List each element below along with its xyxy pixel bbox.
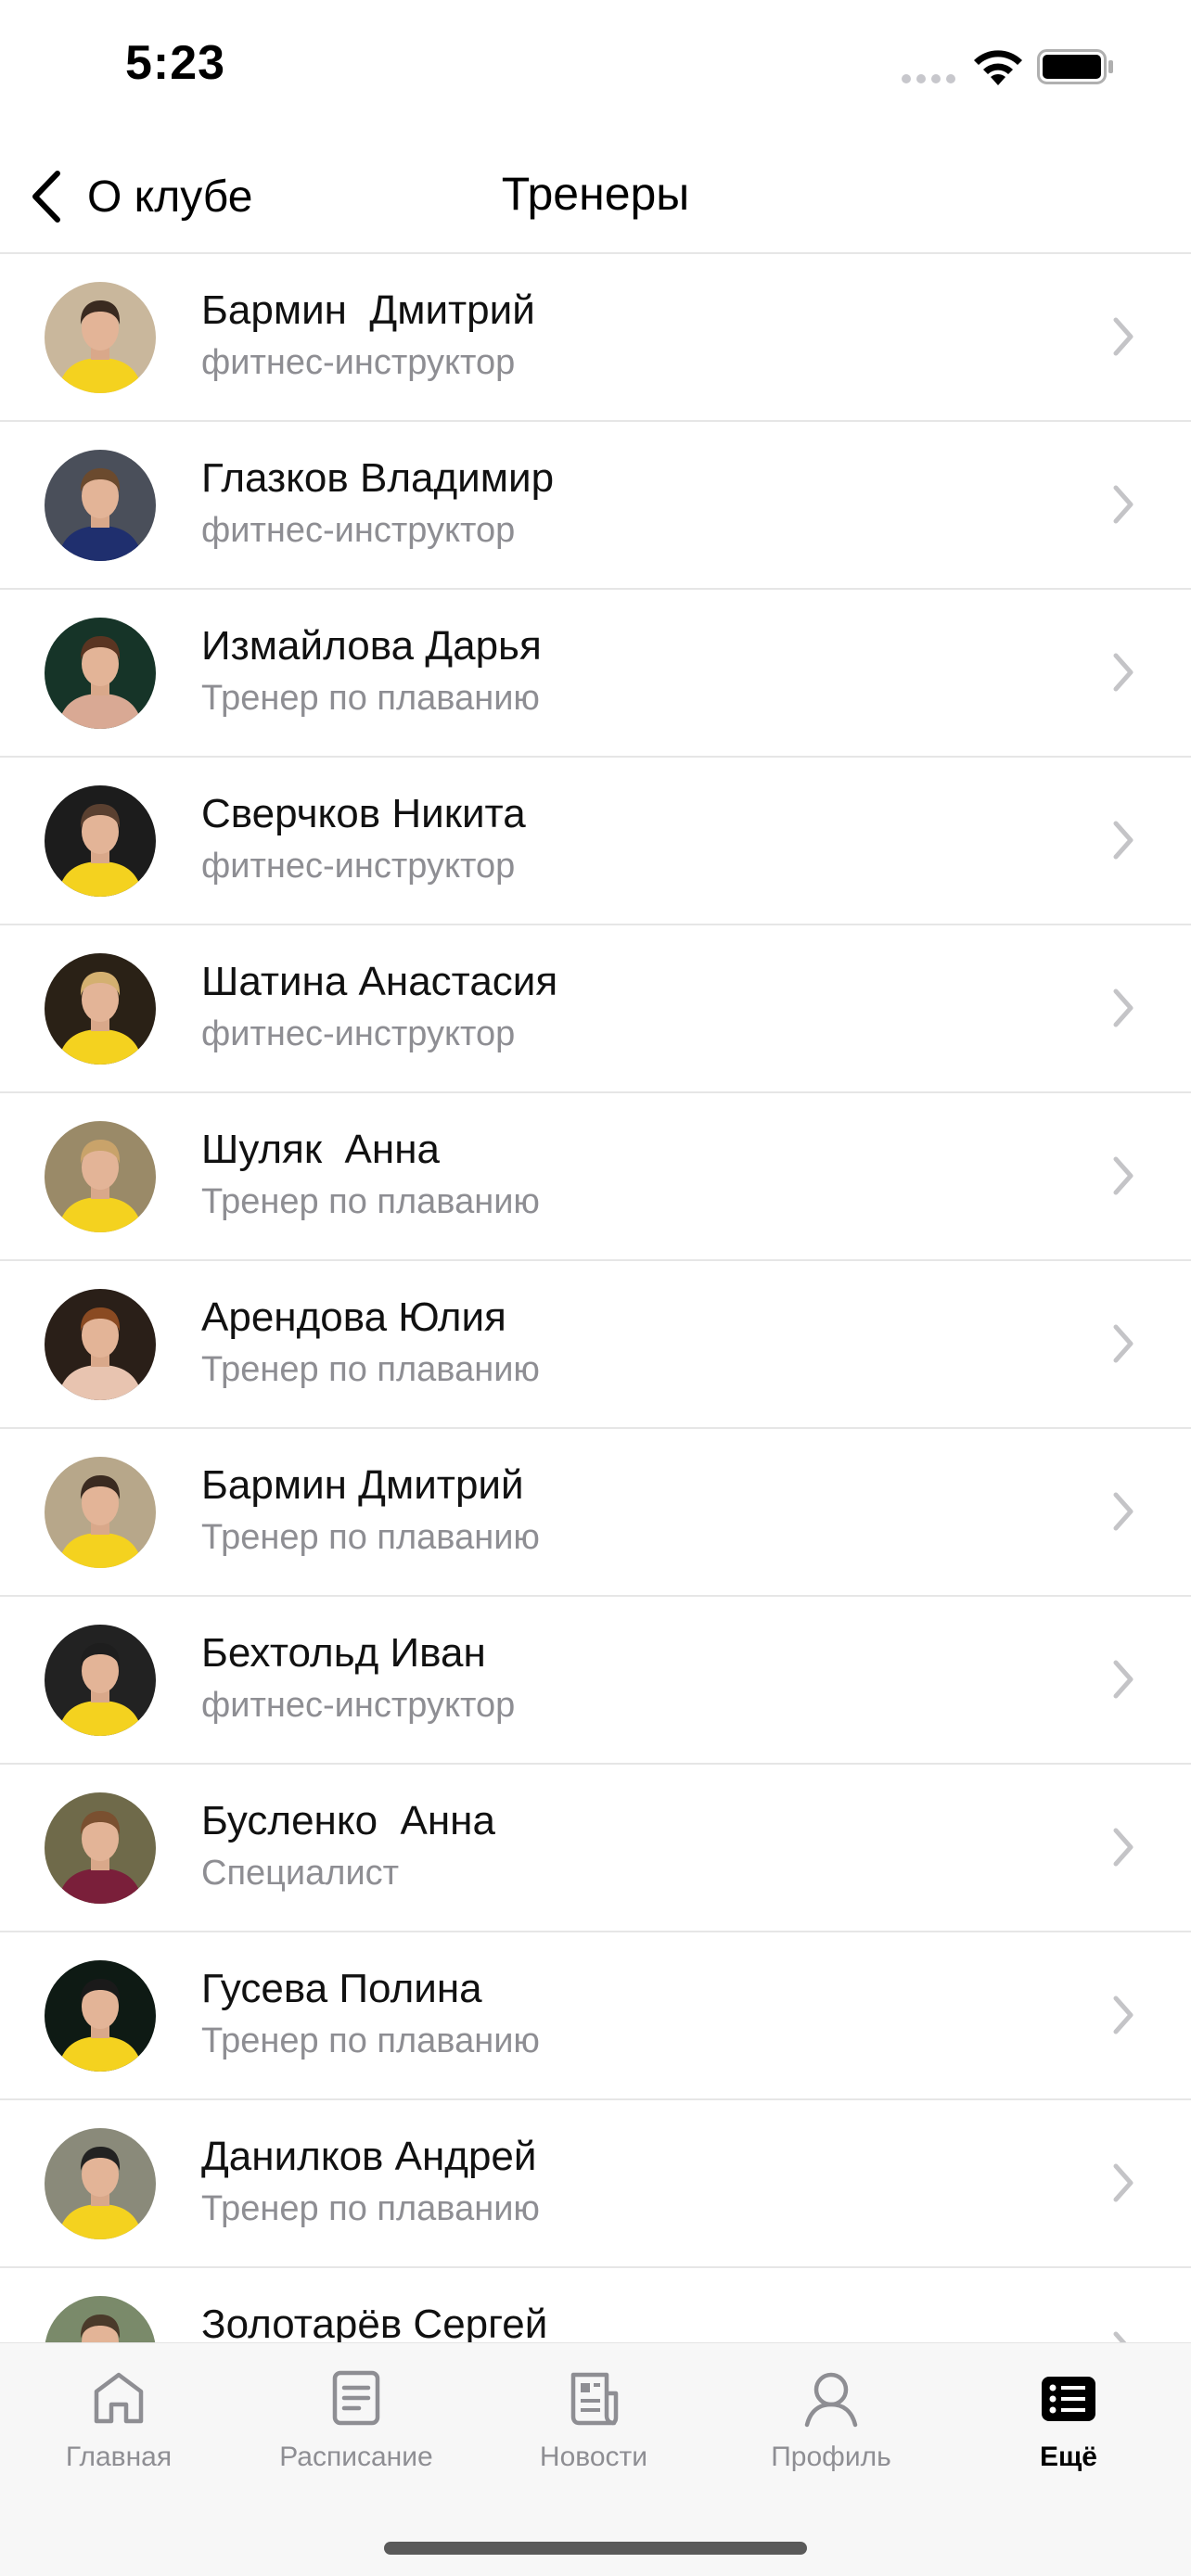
trainer-role: Специалист (201, 1854, 400, 1893)
trainer-role: фитнес-инструктор (201, 511, 516, 550)
trainer-avatar (45, 785, 156, 897)
tab-more[interactable]: Ещё (950, 2343, 1187, 2510)
home-icon (94, 2372, 144, 2424)
trainer-row[interactable]: Бехтольд Иван фитнес-инструктор (0, 1597, 1191, 1765)
navigation-bar: О клубе Тренеры (0, 139, 1191, 254)
tab-schedule[interactable]: Расписание (237, 2343, 475, 2510)
trainer-avatar (45, 1960, 156, 2072)
trainer-row[interactable]: Гусева Полина Тренер по плаванию (0, 1932, 1191, 2100)
trainer-avatar (45, 282, 156, 393)
trainer-name: Данилков Андрей (201, 2134, 537, 2179)
trainer-row[interactable]: Данилков Андрей Тренер по плаванию (0, 2100, 1191, 2268)
trainer-row[interactable]: Бармин Дмитрий Тренер по плаванию (0, 1429, 1191, 1597)
chevron-right-icon (1113, 1996, 1133, 2034)
cellular-signal-icon (902, 74, 957, 83)
tab-schedule-label: Расписание (279, 2442, 433, 2472)
trainer-name: Золотарёв Сергей (201, 2302, 548, 2342)
trainer-avatar (45, 1121, 156, 1232)
trainer-role: Тренер по плаванию (201, 1182, 540, 1221)
battery-icon (1037, 49, 1113, 84)
trainer-name: Арендова Юлия (201, 1294, 506, 1340)
trainer-name: Глазков Владимир (201, 455, 555, 501)
trainer-row[interactable]: Арендова Юлия Тренер по плаванию (0, 1261, 1191, 1429)
trainer-role: Тренер по плаванию (201, 679, 540, 718)
trainer-avatar (45, 953, 156, 1065)
trainer-row[interactable]: Золотарёв Сергей (0, 2268, 1191, 2342)
status-bar: 5:23 (0, 0, 1191, 139)
chevron-right-icon (1113, 2331, 1127, 2342)
trainer-avatar (45, 1792, 156, 1904)
chevron-right-icon (1113, 1660, 1133, 1699)
trainer-avatar (45, 2296, 156, 2342)
page-title: Тренеры (501, 168, 690, 220)
trainer-role: Тренер по плаванию (201, 2189, 540, 2228)
tab-news-label: Новости (539, 2442, 648, 2472)
trainer-row[interactable]: Шатина Анастасия фитнес-инструктор (0, 925, 1191, 1093)
tab-news[interactable]: Новости (475, 2343, 712, 2510)
trainer-name: Шатина Анастасия (201, 959, 558, 1004)
profile-icon (804, 2372, 858, 2428)
wifi-icon (974, 50, 1022, 85)
trainer-avatar (45, 1289, 156, 1400)
trainer-row[interactable]: Бусленко Анна Специалист (0, 1765, 1191, 1932)
trainers-screen: 5:23 О клубе Тренеры Бармин Дмитрий фитн… (0, 0, 1191, 2576)
trainer-avatar (45, 1457, 156, 1568)
home-indicator (384, 2542, 807, 2555)
chevron-right-icon (1113, 1828, 1133, 1867)
chevron-right-icon (1113, 821, 1133, 860)
news-icon (570, 2372, 619, 2426)
trainer-name: Бехтольд Иван (201, 1630, 486, 1676)
trainer-row[interactable]: Глазков Владимир фитнес-инструктор (0, 422, 1191, 590)
tab-more-label: Ещё (1039, 2442, 1097, 2472)
chevron-right-icon (1113, 317, 1133, 356)
schedule-icon (332, 2370, 380, 2426)
trainer-name: Измайлова Дарья (201, 623, 542, 669)
status-time: 5:23 (125, 36, 226, 90)
trainer-row[interactable]: Измайлова Дарья Тренер по плаванию (0, 590, 1191, 758)
trainer-name: Бармин Дмитрий (201, 1462, 524, 1508)
tab-home[interactable]: Главная (0, 2343, 237, 2510)
trainer-name: Бармин Дмитрий (201, 287, 535, 333)
trainer-avatar (45, 618, 156, 729)
tab-profile[interactable]: Профиль (712, 2343, 950, 2510)
trainer-row[interactable]: Сверчков Никита фитнес-инструктор (0, 758, 1191, 925)
trainer-name: Гусева Полина (201, 1966, 482, 2011)
trainer-role: фитнес-инструктор (201, 1686, 516, 1725)
trainer-name: Сверчков Никита (201, 791, 526, 836)
trainer-avatar (45, 1625, 156, 1736)
chevron-right-icon (1113, 2163, 1133, 2202)
trainer-name: Бусленко Анна (201, 1798, 495, 1843)
trainer-role: фитнес-инструктор (201, 847, 516, 886)
chevron-right-icon (1113, 1324, 1133, 1363)
trainer-row[interactable]: Бармин Дмитрий фитнес-инструктор (0, 254, 1191, 422)
more-list-icon (1042, 2377, 1095, 2421)
chevron-right-icon (1113, 653, 1133, 692)
tab-bar: Главная Расписание Новости Профиль Ещё (0, 2342, 1191, 2576)
trainer-list: Бармин Дмитрий фитнес-инструктор Глазков… (0, 254, 1191, 2342)
trainer-name: Шуляк Анна (201, 1127, 440, 1172)
trainer-row[interactable]: Шуляк Анна Тренер по плаванию (0, 1093, 1191, 1261)
chevron-right-icon (1113, 1492, 1133, 1531)
trainer-avatar (45, 2128, 156, 2239)
chevron-right-icon (1113, 1156, 1133, 1195)
tab-profile-label: Профиль (771, 2442, 891, 2472)
chevron-right-icon (1113, 485, 1133, 524)
trainer-avatar (45, 450, 156, 561)
trainer-role: фитнес-инструктор (201, 343, 516, 382)
trainer-role: Тренер по плаванию (201, 1350, 540, 1389)
trainer-role: фитнес-инструктор (201, 1014, 516, 1053)
chevron-right-icon (1113, 988, 1133, 1027)
tab-home-label: Главная (65, 2442, 173, 2472)
trainer-role: Тренер по плаванию (201, 2021, 540, 2060)
trainer-role: Тренер по плаванию (201, 1518, 540, 1557)
